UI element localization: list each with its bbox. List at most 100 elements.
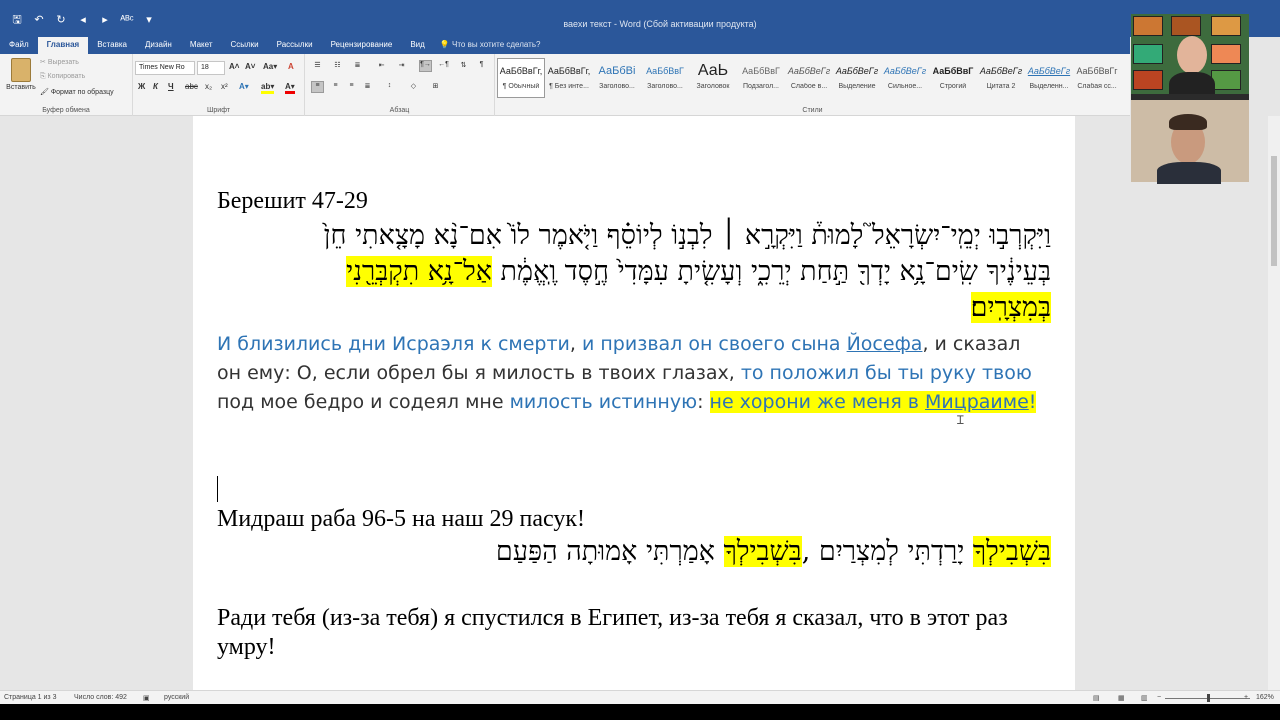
web-layout-icon[interactable]: ▥ [1141, 694, 1148, 702]
justify-button[interactable]: ≣ [361, 82, 374, 94]
style-subtle-emphasis[interactable]: АаБбВеГг Слабое в... [785, 58, 833, 98]
forward-icon[interactable]: ▸ [98, 13, 112, 27]
scrollbar-thumb[interactable] [1271, 156, 1277, 266]
proofing-icon[interactable]: ▣ [143, 694, 150, 702]
grow-font-button[interactable]: A˄ [229, 62, 239, 71]
more-icon[interactable]: ▾ [142, 13, 156, 27]
style-strong[interactable]: АаБбВвГ Строгий [929, 58, 977, 98]
read-mode-icon[interactable]: ▤ [1093, 694, 1100, 702]
tab-layout[interactable]: Макет [181, 37, 222, 54]
back-icon[interactable]: ◂ [76, 13, 90, 27]
style-heading-2[interactable]: АаБбВвГ Заголово... [641, 58, 689, 98]
show-marks-button[interactable]: ¶ [475, 61, 488, 73]
lightbulb-icon: 💡 [439, 40, 453, 49]
paste-button[interactable]: Вставить [6, 58, 36, 91]
font-name-select[interactable]: Times New Ro [135, 61, 195, 75]
style-intense-emphasis[interactable]: АаБбВеГг Сильное... [881, 58, 929, 98]
zoom-slider-knob[interactable] [1207, 694, 1210, 702]
style-subtitle[interactable]: АаБбВвГ Подзагол... [737, 58, 785, 98]
format-painter-label: Формат по образцу [50, 89, 114, 96]
style-intense-quote[interactable]: АаБбВеГг Выделенн... [1025, 58, 1073, 98]
vertical-scrollbar[interactable] [1268, 116, 1280, 690]
save-icon[interactable]: 🖫 [10, 13, 24, 27]
tab-review[interactable]: Рецензирование [322, 37, 402, 54]
clear-format-button[interactable]: A [288, 62, 294, 71]
ru-fragment: то положил бы ты руку твою [740, 362, 1032, 384]
gallery-tile [1133, 16, 1163, 36]
line-spacing-button[interactable]: ↕ [383, 82, 396, 94]
ltr-button[interactable]: ¶→ [419, 60, 432, 72]
change-case-button[interactable]: Aa▾ [263, 62, 277, 71]
word-count[interactable]: Число слов: 492 [74, 694, 127, 701]
subscript-button[interactable]: x₂ [205, 82, 212, 91]
font-size-select[interactable]: 18 [197, 61, 225, 75]
presenter-hair [1169, 114, 1207, 130]
copy-button[interactable]: ⎘ Копировать [40, 73, 85, 81]
ru-fragment: и призвал он своего сына [582, 333, 847, 355]
paragraph-group: ☰ ☷ ≣ ⇤ ⇥ ¶→ ←¶ ⇅ ¶ ≡ ≡ ≡ ≣ ↕ ◇ ⊞ Абзац [305, 54, 495, 116]
gallery-tile [1171, 16, 1201, 36]
tab-mailings[interactable]: Рассылки [268, 37, 322, 54]
tell-me-label: Что вы хотите сделать? [452, 40, 541, 49]
borders-button[interactable]: ⊞ [429, 82, 442, 94]
print-layout-icon[interactable]: ▦ [1118, 694, 1125, 702]
zoom-level[interactable]: 162% [1256, 694, 1274, 701]
page-count[interactable]: Страница 1 из 3 [4, 694, 56, 701]
align-center-button[interactable]: ≡ [329, 82, 342, 94]
style-emphasis[interactable]: АаБбВеГг Выделение [833, 58, 881, 98]
hebrew-verse-highlight-1: אַל־נָ֥א תִקְבְּרֵ֖נִי [346, 256, 492, 287]
align-right-button[interactable]: ≡ [345, 82, 358, 94]
zoom-out-icon[interactable]: − [1157, 694, 1161, 701]
underline-button[interactable]: Ч [168, 82, 174, 91]
cut-button[interactable]: ✂ Вырезать [40, 58, 79, 66]
style-normal[interactable]: АаБбВвГг, ¶ Обычный [497, 58, 545, 98]
spellcheck-icon[interactable]: ᴬᴮᶜ [120, 13, 134, 27]
ru-fragment: : [697, 391, 710, 413]
shading-button[interactable]: ◇ [407, 82, 420, 94]
tab-view[interactable]: Вид [401, 37, 433, 54]
numbering-button[interactable]: ☷ [331, 61, 344, 73]
increase-indent-button[interactable]: ⇥ [395, 61, 408, 73]
rtl-button[interactable]: ←¶ [437, 61, 450, 73]
cut-label: Вырезать [47, 59, 79, 66]
text-effects-button[interactable]: A▾ [239, 82, 249, 91]
tab-references[interactable]: Ссылки [221, 37, 267, 54]
gallery-tile [1211, 16, 1241, 36]
sort-button[interactable]: ⇅ [457, 61, 470, 73]
hebrew-midrash-line: בִּשְׁבִילְךָ יָרַדְתִּי לְמִצְרַיִם ,בִ… [496, 536, 1051, 567]
window-title: ваехи текст - Word (Сбой активации проду… [563, 19, 757, 29]
heading-bereshit: Берешит 47-29 [217, 188, 368, 214]
multilevel-list-button[interactable]: ≣ [351, 61, 364, 73]
tab-file[interactable]: Файл [0, 37, 38, 54]
gallery-tile [1211, 70, 1241, 90]
font-group: Times New Ro 18 A˄ A˅ Aa▾ A Ж К Ч abc x₂… [133, 54, 305, 116]
style-heading-1[interactable]: АаБбВі Заголово... [593, 58, 641, 98]
zoom-in-icon[interactable]: + [1244, 694, 1248, 701]
style-no-spacing[interactable]: АаБбВвГг, ¶ Без инте... [545, 58, 593, 98]
hebrew-midrash-text-2: אָמַרְתִּי אָמוּתָה הַפַּעַם [495, 536, 724, 567]
strikethrough-button[interactable]: abc [185, 82, 198, 91]
document-page[interactable]: Берешит 47-29 וַיִּקְרְב֣וּ יְמֵֽי־יִשְׂ… [193, 116, 1075, 690]
undo-icon[interactable]: ↶ [32, 13, 46, 27]
bold-button[interactable]: Ж [138, 82, 145, 91]
hebrew-midrash-text-1: יָרַדְתִּי לְמִצְרַיִם , [801, 536, 973, 567]
superscript-button[interactable]: x² [221, 82, 228, 91]
tab-design[interactable]: Дизайн [136, 37, 181, 54]
shrink-font-button[interactable]: A˅ [245, 62, 255, 71]
quick-access-toolbar: 🖫 ↶ ↻ ◂ ▸ ᴬᴮᶜ ▾ [10, 13, 156, 27]
style-quote-2[interactable]: АаБбВеГг Цитата 2 [977, 58, 1025, 98]
redo-icon[interactable]: ↻ [54, 13, 68, 27]
format-painter-button[interactable]: 🖌 Формат по образцу [40, 88, 114, 96]
style-subtle-reference[interactable]: АаБбВвГг Слабая сс... [1073, 58, 1121, 98]
decrease-indent-button[interactable]: ⇤ [375, 61, 388, 73]
highlight-button[interactable]: ab▾ [261, 82, 275, 94]
language-indicator[interactable]: русский [164, 694, 189, 701]
italic-button[interactable]: К [153, 82, 158, 91]
tab-insert[interactable]: Вставка [88, 37, 136, 54]
bullets-button[interactable]: ☰ [311, 61, 324, 73]
style-title[interactable]: АаЬ Заголовок [689, 58, 737, 98]
tab-home[interactable]: Главная [37, 37, 89, 54]
tell-me-search[interactable]: 💡 Что вы хотите сделать? [434, 37, 550, 54]
align-left-button[interactable]: ≡ [311, 81, 324, 93]
font-color-button[interactable]: A▾ [285, 82, 295, 94]
